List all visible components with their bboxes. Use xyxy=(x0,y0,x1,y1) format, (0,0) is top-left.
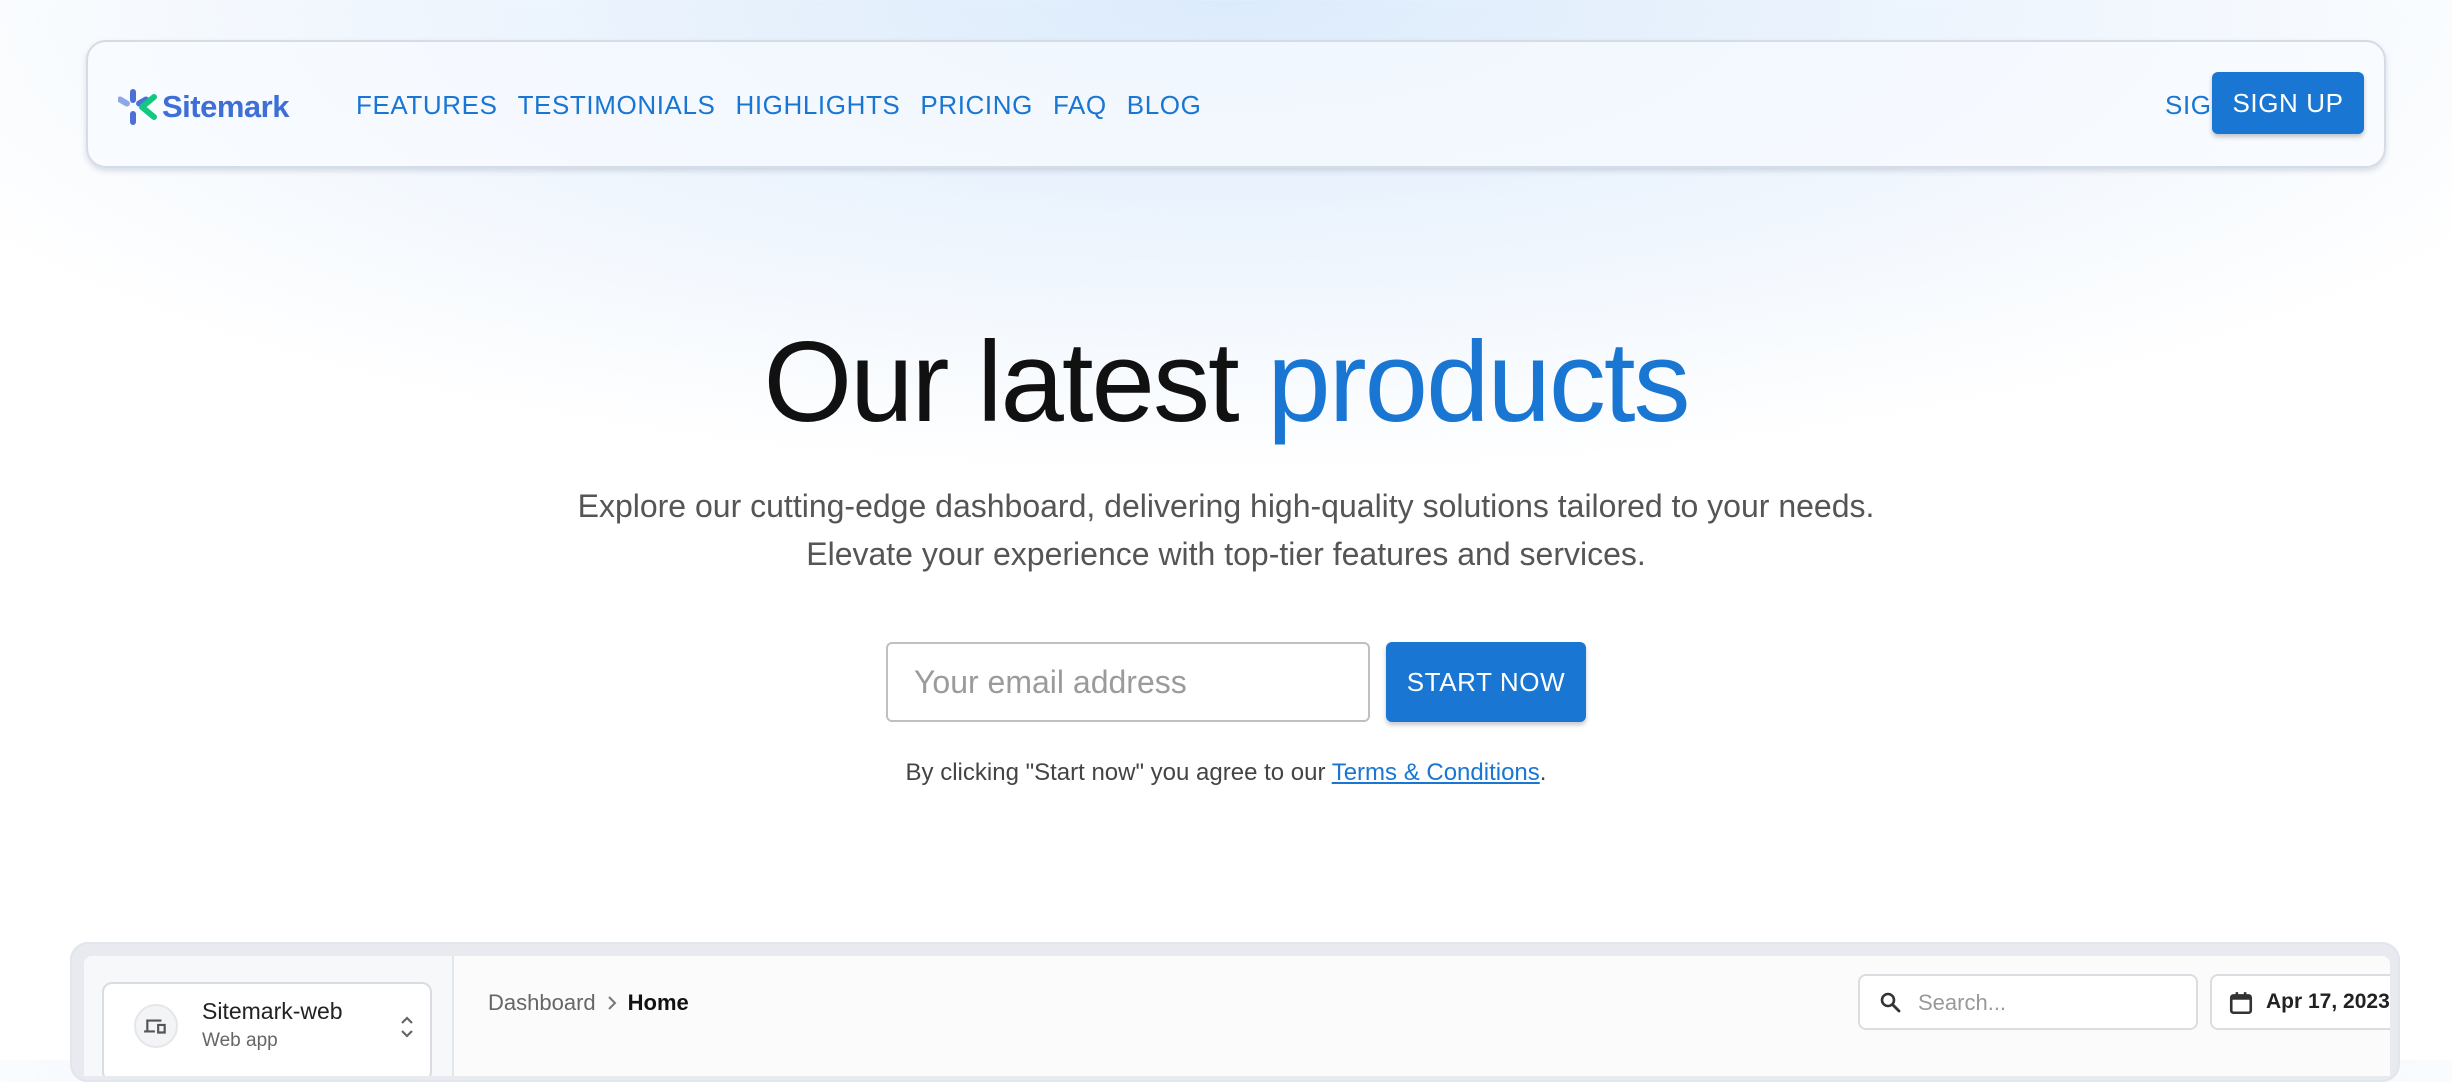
site-type: Web app xyxy=(202,1030,278,1051)
brand-logo[interactable]: Sitemark xyxy=(118,86,289,128)
terms-consent-text: By clicking "Start now" you agree to our… xyxy=(0,758,2452,788)
date-picker-button[interactable]: Apr 17, 2023 xyxy=(2210,974,2390,1030)
brand-name: Sitemark xyxy=(162,89,289,124)
nav-link-blog[interactable]: BLOG xyxy=(1117,88,1212,122)
date-value: Apr 17, 2023 xyxy=(2266,990,2390,1013)
breadcrumb-home: Home xyxy=(627,990,689,1015)
site-name: Sitemark-web xyxy=(202,998,343,1024)
dashboard-preview: Sitemark-web Web app Dashboard Home Apr … xyxy=(84,956,2390,1076)
sign-up-button[interactable]: SIGN UP xyxy=(2212,72,2364,134)
preview-sidebar: Sitemark-web Web app xyxy=(84,956,454,1076)
consent-prefix: By clicking "Start now" you agree to our xyxy=(905,759,1332,786)
hero-title-accent: products xyxy=(1267,319,1690,446)
hero-title-text: Our latest xyxy=(763,319,1268,446)
hero-title: Our latest products xyxy=(0,318,2452,448)
sitemark-logo-icon xyxy=(118,87,158,127)
preview-search[interactable] xyxy=(1858,974,2198,1030)
nav-link-features[interactable]: FEATURES xyxy=(346,88,508,122)
top-navbar: Sitemark FEATURES TESTIMONIALS HIGHLIGHT… xyxy=(86,40,2386,168)
nav-link-highlights[interactable]: HIGHLIGHTS xyxy=(725,88,910,122)
site-selector[interactable]: Sitemark-web Web app xyxy=(102,982,432,1076)
email-input[interactable] xyxy=(886,642,1370,722)
consent-suffix: . xyxy=(1539,759,1547,786)
nav-link-faq[interactable]: FAQ xyxy=(1043,88,1117,122)
unfold-icon xyxy=(398,1010,416,1044)
search-input[interactable] xyxy=(1916,984,2190,1022)
hero-subtitle: Explore our cutting-edge dashboard, deli… xyxy=(577,488,1875,572)
breadcrumb: Dashboard Home xyxy=(488,990,689,1016)
devices-icon xyxy=(134,1004,178,1048)
start-now-button[interactable]: START NOW xyxy=(1386,642,1586,722)
breadcrumb-dashboard[interactable]: Dashboard xyxy=(488,990,596,1016)
nav-link-testimonials[interactable]: TESTIMONIALS xyxy=(508,88,726,122)
chevron-right-icon xyxy=(596,995,628,1011)
terms-conditions-link[interactable]: Terms & Conditions xyxy=(1332,759,1540,786)
nav-links: FEATURES TESTIMONIALS HIGHLIGHTS PRICING… xyxy=(346,88,1211,122)
nav-link-pricing[interactable]: PRICING xyxy=(910,88,1043,122)
